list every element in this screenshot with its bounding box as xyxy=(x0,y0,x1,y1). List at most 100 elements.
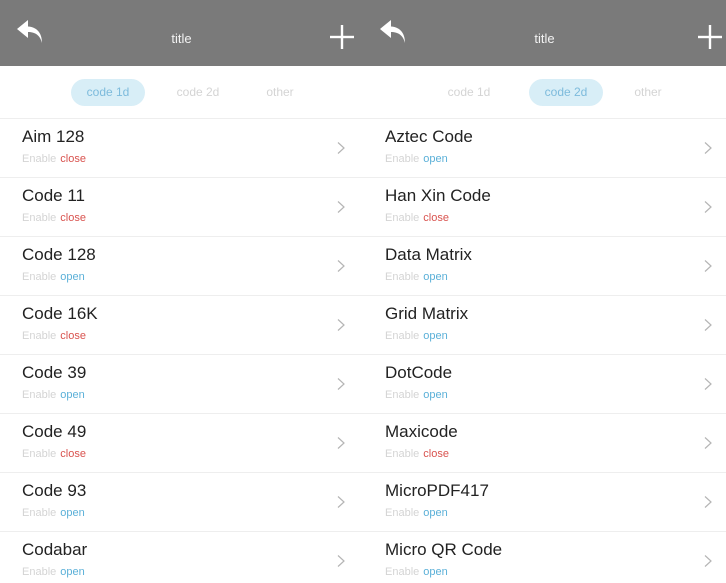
status-label: Enable xyxy=(22,566,57,578)
item-status: Enable close xyxy=(385,448,449,461)
item-status: Enable close xyxy=(22,448,86,461)
chevron-right-icon xyxy=(336,495,346,509)
status-label: Enable xyxy=(385,271,420,283)
status-label: Enable xyxy=(385,330,420,342)
status-label: Enable xyxy=(385,212,420,224)
tab-code-2d[interactable]: code 2d xyxy=(529,79,603,106)
chevron-right-icon xyxy=(336,141,346,155)
status-value: close xyxy=(60,153,86,165)
chevron-right-icon xyxy=(336,377,346,391)
symbology-list: Aim 128 Enable close Code 11 Enable close Code… xyxy=(0,118,363,583)
chevron-right-icon xyxy=(703,554,713,568)
item-name: MicroPDF417 xyxy=(385,481,489,500)
list-item[interactable]: DotCode Enable open xyxy=(363,354,726,413)
item-name: Code 49 xyxy=(22,422,87,441)
chevron-right-icon xyxy=(336,200,346,214)
tab-code-2d[interactable]: code 2d xyxy=(162,79,234,106)
status-label: Enable xyxy=(22,212,57,224)
item-name: Han Xin Code xyxy=(385,186,491,205)
chevron-right-icon xyxy=(703,141,713,155)
item-name: Maxicode xyxy=(385,422,458,441)
tab-other[interactable]: other xyxy=(618,79,678,106)
item-status: Enable open xyxy=(385,507,448,520)
header-bar: title xyxy=(363,0,726,66)
chevron-right-icon xyxy=(703,318,713,332)
list-item[interactable]: Grid Matrix Enable open xyxy=(363,295,726,354)
status-label: Enable xyxy=(22,389,57,401)
status-label: Enable xyxy=(22,448,57,460)
list-item[interactable]: MicroPDF417 Enable open xyxy=(363,472,726,531)
status-value: close xyxy=(423,212,449,224)
tab-code-1d[interactable]: code 1d xyxy=(433,79,505,106)
list-item[interactable]: Micro QR Code Enable open xyxy=(363,531,726,583)
status-label: Enable xyxy=(22,153,57,165)
chevron-right-icon xyxy=(703,377,713,391)
list-item[interactable]: Code 39 Enable open xyxy=(0,354,363,413)
chevron-right-icon xyxy=(703,495,713,509)
tab-bar: code 1d code 2d other xyxy=(0,66,363,118)
item-status: Enable open xyxy=(385,271,448,284)
list-item[interactable]: Codabar Enable open xyxy=(0,531,363,583)
item-status: Enable open xyxy=(385,153,448,166)
chevron-right-icon xyxy=(703,436,713,450)
tab-other[interactable]: other xyxy=(250,79,310,106)
status-value: close xyxy=(60,330,86,342)
item-status: Enable close xyxy=(22,212,86,225)
chevron-right-icon xyxy=(336,554,346,568)
status-value: open xyxy=(423,389,448,401)
list-item[interactable]: Code 49 Enable close xyxy=(0,413,363,472)
list-item[interactable]: Code 93 Enable open xyxy=(0,472,363,531)
item-name: Code 11 xyxy=(22,186,86,205)
item-status: Enable close xyxy=(22,153,86,166)
status-label: Enable xyxy=(385,566,420,578)
status-value: open xyxy=(423,330,448,342)
item-name: Aztec Code xyxy=(385,127,473,146)
status-value: open xyxy=(423,507,448,519)
item-status: Enable open xyxy=(22,507,85,520)
list-item[interactable]: Han Xin Code Enable close xyxy=(363,177,726,236)
item-name: Codabar xyxy=(22,540,88,559)
list-item[interactable]: Code 11 Enable close xyxy=(0,177,363,236)
status-value: open xyxy=(60,566,85,578)
list-item[interactable]: Code 16K Enable close xyxy=(0,295,363,354)
chevron-right-icon xyxy=(336,259,346,273)
item-status: Enable open xyxy=(385,566,448,579)
plus-icon[interactable] xyxy=(328,23,356,51)
item-name: Code 128 xyxy=(22,245,96,264)
item-status: Enable open xyxy=(385,330,448,343)
item-status: Enable close xyxy=(385,212,449,225)
status-label: Enable xyxy=(385,507,420,519)
list-item[interactable]: Aim 128 Enable close xyxy=(0,118,363,177)
list-item[interactable]: Data Matrix Enable open xyxy=(363,236,726,295)
list-item[interactable]: Maxicode Enable close xyxy=(363,413,726,472)
status-value: open xyxy=(60,271,85,283)
status-value: close xyxy=(60,212,86,224)
header-bar: title xyxy=(0,0,363,66)
item-name: Grid Matrix xyxy=(385,304,469,323)
item-name: Code 93 xyxy=(22,481,87,500)
list-item[interactable]: Aztec Code Enable open xyxy=(363,118,726,177)
plus-icon[interactable] xyxy=(696,23,724,51)
right-panel: title code 1d code 2d other Aztec Code En… xyxy=(363,0,726,583)
item-name: Code 39 xyxy=(22,363,87,382)
list-item[interactable]: Code 128 Enable open xyxy=(0,236,363,295)
item-name: Aim 128 xyxy=(22,127,85,146)
item-name: DotCode xyxy=(385,363,453,382)
item-name: Micro QR Code xyxy=(385,540,503,559)
chevron-right-icon xyxy=(703,200,713,214)
status-label: Enable xyxy=(22,507,57,519)
item-status: Enable open xyxy=(385,389,448,402)
status-label: Enable xyxy=(22,271,57,283)
status-value: open xyxy=(60,507,85,519)
item-status: Enable close xyxy=(22,330,86,343)
chevron-right-icon xyxy=(336,436,346,450)
status-value: close xyxy=(423,448,449,460)
status-label: Enable xyxy=(385,153,420,165)
tab-code-1d[interactable]: code 1d xyxy=(71,79,145,106)
item-status: Enable open xyxy=(22,389,85,402)
status-value: close xyxy=(60,448,86,460)
page-title: title xyxy=(534,31,555,46)
status-value: open xyxy=(60,389,85,401)
chevron-right-icon xyxy=(336,318,346,332)
status-label: Enable xyxy=(385,448,420,460)
